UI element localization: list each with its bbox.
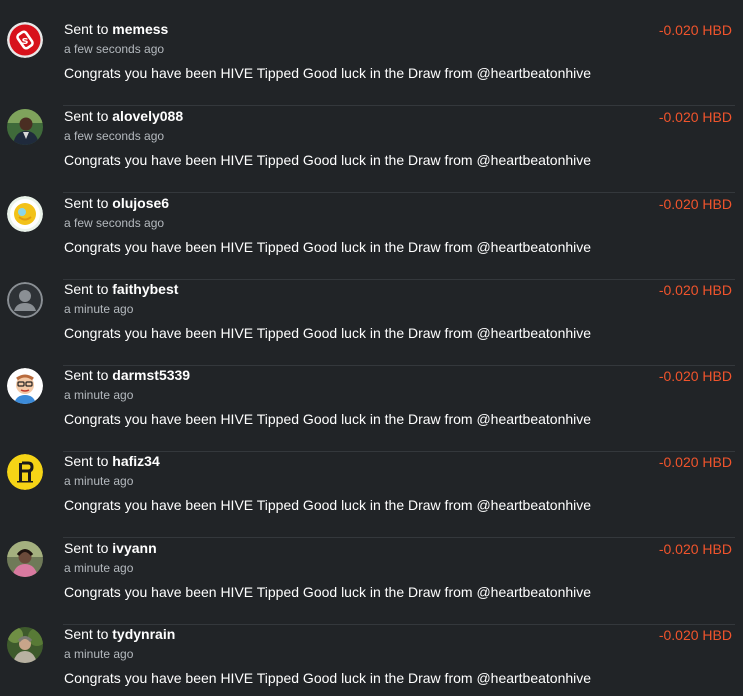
recipient-link[interactable]: olujose6 xyxy=(112,195,169,211)
transfer-prefix: Sent to xyxy=(64,540,109,556)
transfer-time: a minute ago xyxy=(64,561,134,575)
transfer-prefix: Sent to xyxy=(64,367,109,383)
transfer-row: Sent to darmst5339 a minute ago Congrats… xyxy=(0,366,743,452)
transfer-title: Sent to hafiz34 xyxy=(64,452,160,470)
transfer-time: a minute ago xyxy=(64,388,134,402)
transfer-memo: Congrats you have been HIVE Tipped Good … xyxy=(64,239,592,255)
transfer-time: a few seconds ago xyxy=(64,129,165,143)
photo-avatar-icon[interactable] xyxy=(7,541,43,577)
transfer-title: Sent to darmst5339 xyxy=(64,366,190,384)
recipient-link[interactable]: alovely088 xyxy=(112,108,183,124)
yellow-logo-avatar-icon[interactable] xyxy=(7,454,43,490)
transfer-prefix: Sent to xyxy=(64,626,109,642)
transfer-amount: -0.020 HBD xyxy=(658,196,732,212)
transfer-memo: Congrats you have been HIVE Tipped Good … xyxy=(64,325,592,341)
transfer-row: Sent to hafiz34 a minute ago Congrats yo… xyxy=(0,452,743,538)
transfer-title: Sent to alovely088 xyxy=(64,107,183,125)
transfer-title: Sent to ivyann xyxy=(64,539,157,557)
transfer-amount: -0.020 HBD xyxy=(658,109,732,125)
yellow-circle-avatar-icon[interactable] xyxy=(7,196,43,232)
recipient-link[interactable]: darmst5339 xyxy=(112,367,190,383)
recipient-link[interactable]: memess xyxy=(112,21,168,37)
transfer-memo: Congrats you have been HIVE Tipped Good … xyxy=(64,152,592,168)
transfer-time: a minute ago xyxy=(64,302,134,316)
transfer-prefix: Sent to xyxy=(64,195,109,211)
transfer-row: Sent to tydynrain a minute ago Congrats … xyxy=(0,625,743,696)
transfer-memo: Congrats you have been HIVE Tipped Good … xyxy=(64,497,592,513)
red-logo-avatar-icon[interactable]: s xyxy=(7,22,43,58)
transfer-title: Sent to olujose6 xyxy=(64,194,169,212)
transfer-prefix: Sent to xyxy=(64,21,109,37)
cartoon-face-avatar-icon[interactable] xyxy=(7,368,43,404)
transfer-time: a few seconds ago xyxy=(64,42,165,56)
transfer-row: Sent to faithybest a minute ago Congrats… xyxy=(0,280,743,366)
recipient-link[interactable]: tydynrain xyxy=(112,626,175,642)
photo-avatar-icon[interactable] xyxy=(7,627,43,663)
transfer-amount: -0.020 HBD xyxy=(658,22,732,38)
transfer-amount: -0.020 HBD xyxy=(658,282,732,298)
transfer-memo: Congrats you have been HIVE Tipped Good … xyxy=(64,670,592,686)
transfer-title: Sent to faithybest xyxy=(64,280,178,298)
transfer-amount: -0.020 HBD xyxy=(658,454,732,470)
recipient-link[interactable]: ivyann xyxy=(112,540,156,556)
transfer-prefix: Sent to xyxy=(64,281,109,297)
transfer-memo: Congrats you have been HIVE Tipped Good … xyxy=(64,584,592,600)
transfer-amount: -0.020 HBD xyxy=(658,541,732,557)
transfer-row: s Sent to memess a few seconds ago Congr… xyxy=(0,20,743,106)
transfer-row: Sent to alovely088 a few seconds ago Con… xyxy=(0,107,743,193)
row-divider xyxy=(63,105,735,106)
transfer-prefix: Sent to xyxy=(64,453,109,469)
transfer-time: a minute ago xyxy=(64,474,134,488)
transfer-time: a minute ago xyxy=(64,647,134,661)
transfer-memo: Congrats you have been HIVE Tipped Good … xyxy=(64,65,592,81)
transfer-amount: -0.020 HBD xyxy=(658,627,732,643)
transfer-row: Sent to ivyann a minute ago Congrats you… xyxy=(0,539,743,625)
row-divider xyxy=(63,537,735,538)
transfer-memo: Congrats you have been HIVE Tipped Good … xyxy=(64,411,592,427)
transfer-amount: -0.020 HBD xyxy=(658,368,732,384)
transfer-title: Sent to tydynrain xyxy=(64,625,175,643)
transfer-time: a few seconds ago xyxy=(64,216,165,230)
svg-text:s: s xyxy=(22,34,29,47)
photo-avatar-icon[interactable] xyxy=(7,109,43,145)
default-user-avatar-icon[interactable] xyxy=(7,282,43,318)
transfer-history-list: s Sent to memess a few seconds ago Congr… xyxy=(0,0,743,696)
recipient-link[interactable]: faithybest xyxy=(112,281,178,297)
recipient-link[interactable]: hafiz34 xyxy=(112,453,159,469)
row-divider xyxy=(63,192,735,193)
transfer-row: Sent to olujose6 a few seconds ago Congr… xyxy=(0,194,743,280)
transfer-prefix: Sent to xyxy=(64,108,109,124)
transfer-title: Sent to memess xyxy=(64,20,168,38)
